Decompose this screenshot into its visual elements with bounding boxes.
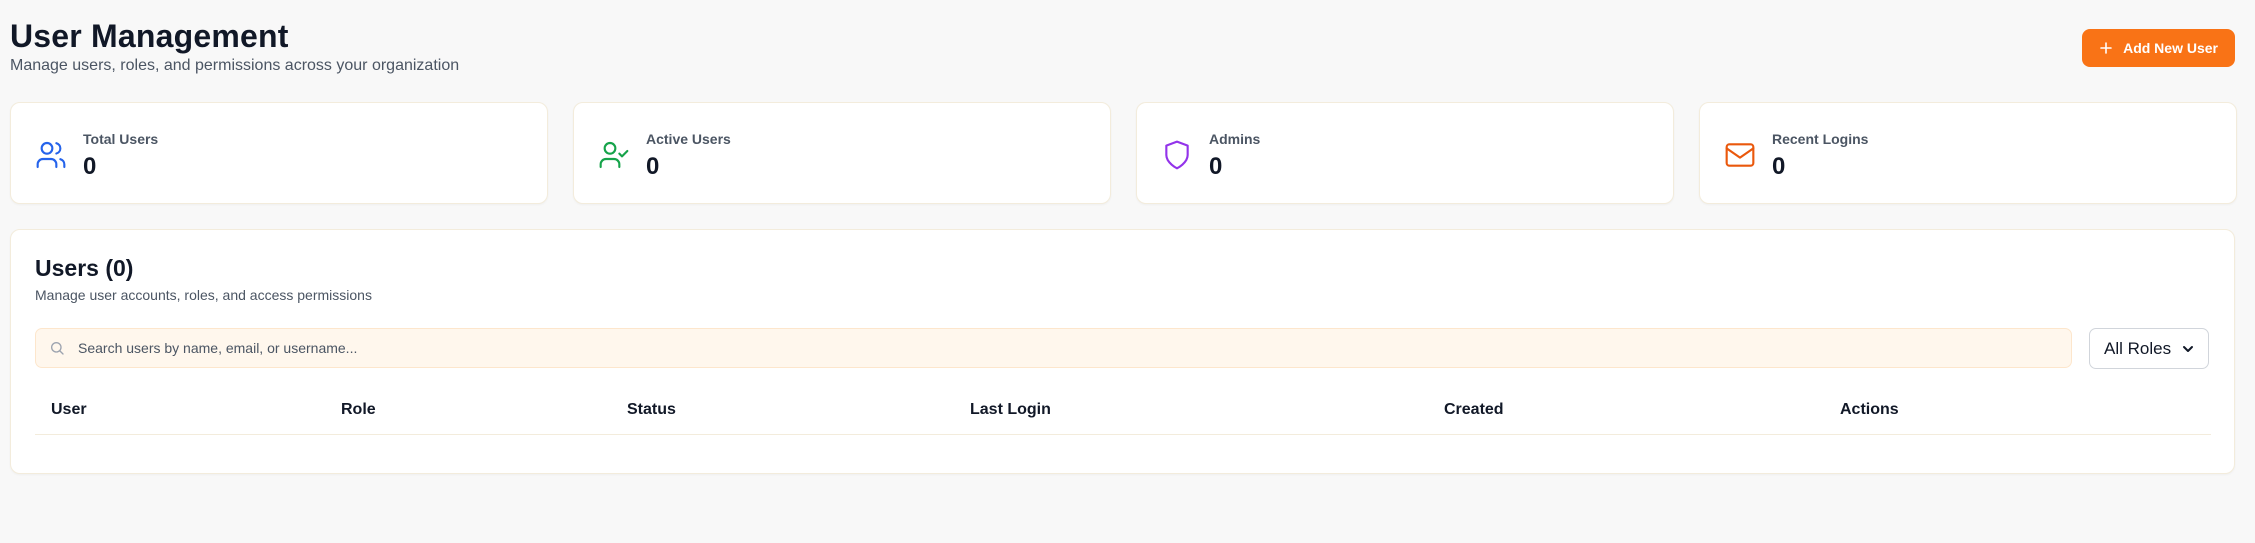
- column-header-actions: Actions: [1840, 401, 1899, 418]
- column-header-status: Status: [627, 401, 676, 418]
- add-new-user-button[interactable]: Add New User: [2082, 29, 2235, 67]
- column-header-created: Created: [1444, 401, 1504, 418]
- user-check-icon: [599, 141, 629, 169]
- stat-label: Admins: [1209, 131, 1261, 147]
- page-header: User Management Manage users, roles, and…: [10, 0, 2245, 100]
- stat-card-admins: Admins 0: [1136, 102, 1674, 204]
- role-filter-select[interactable]: All Roles: [2089, 328, 2209, 369]
- stat-card-recent-logins: Recent Logins 0: [1699, 102, 2237, 204]
- stat-card-total-users: Total Users 0: [10, 102, 548, 204]
- add-new-user-label: Add New User: [2123, 40, 2218, 56]
- column-header-role: Role: [341, 401, 376, 418]
- stat-value: 0: [1209, 153, 1223, 180]
- role-filter-value: All Roles: [2104, 338, 2172, 358]
- users-panel-title: Users (0): [35, 255, 134, 281]
- stat-label: Active Users: [646, 131, 731, 147]
- plus-icon: [2100, 42, 2112, 54]
- column-header-last-login: Last Login: [970, 401, 1051, 418]
- search-icon: [51, 342, 64, 355]
- column-header-user: User: [51, 401, 87, 418]
- search-input[interactable]: [78, 340, 2058, 356]
- search-box: [35, 328, 2072, 368]
- page-subtitle: Manage users, roles, and permissions acr…: [10, 57, 460, 74]
- chevron-down-icon: [2183, 345, 2193, 352]
- stat-label: Total Users: [83, 131, 159, 147]
- users-table-header: User Role Status Last Login Created Acti…: [35, 397, 2211, 435]
- stat-value: 0: [1772, 153, 1786, 180]
- users-icon: [36, 141, 66, 169]
- shield-icon: [1165, 140, 1189, 170]
- stat-value: 0: [646, 153, 660, 180]
- page-title: User Management: [10, 18, 289, 54]
- stat-card-active-users: Active Users 0: [573, 102, 1111, 204]
- stat-value: 0: [83, 153, 97, 180]
- users-panel: Users (0) Manage user accounts, roles, a…: [10, 229, 2235, 474]
- users-panel-subtitle: Manage user accounts, roles, and access …: [35, 287, 372, 303]
- stat-label: Recent Logins: [1772, 131, 1869, 147]
- user-management-page: User Management Manage users, roles, and…: [0, 0, 2255, 543]
- mail-icon: [1725, 143, 1755, 167]
- stats-row: Total Users 0 Active Users 0 Admins 0 Re…: [10, 102, 2237, 204]
